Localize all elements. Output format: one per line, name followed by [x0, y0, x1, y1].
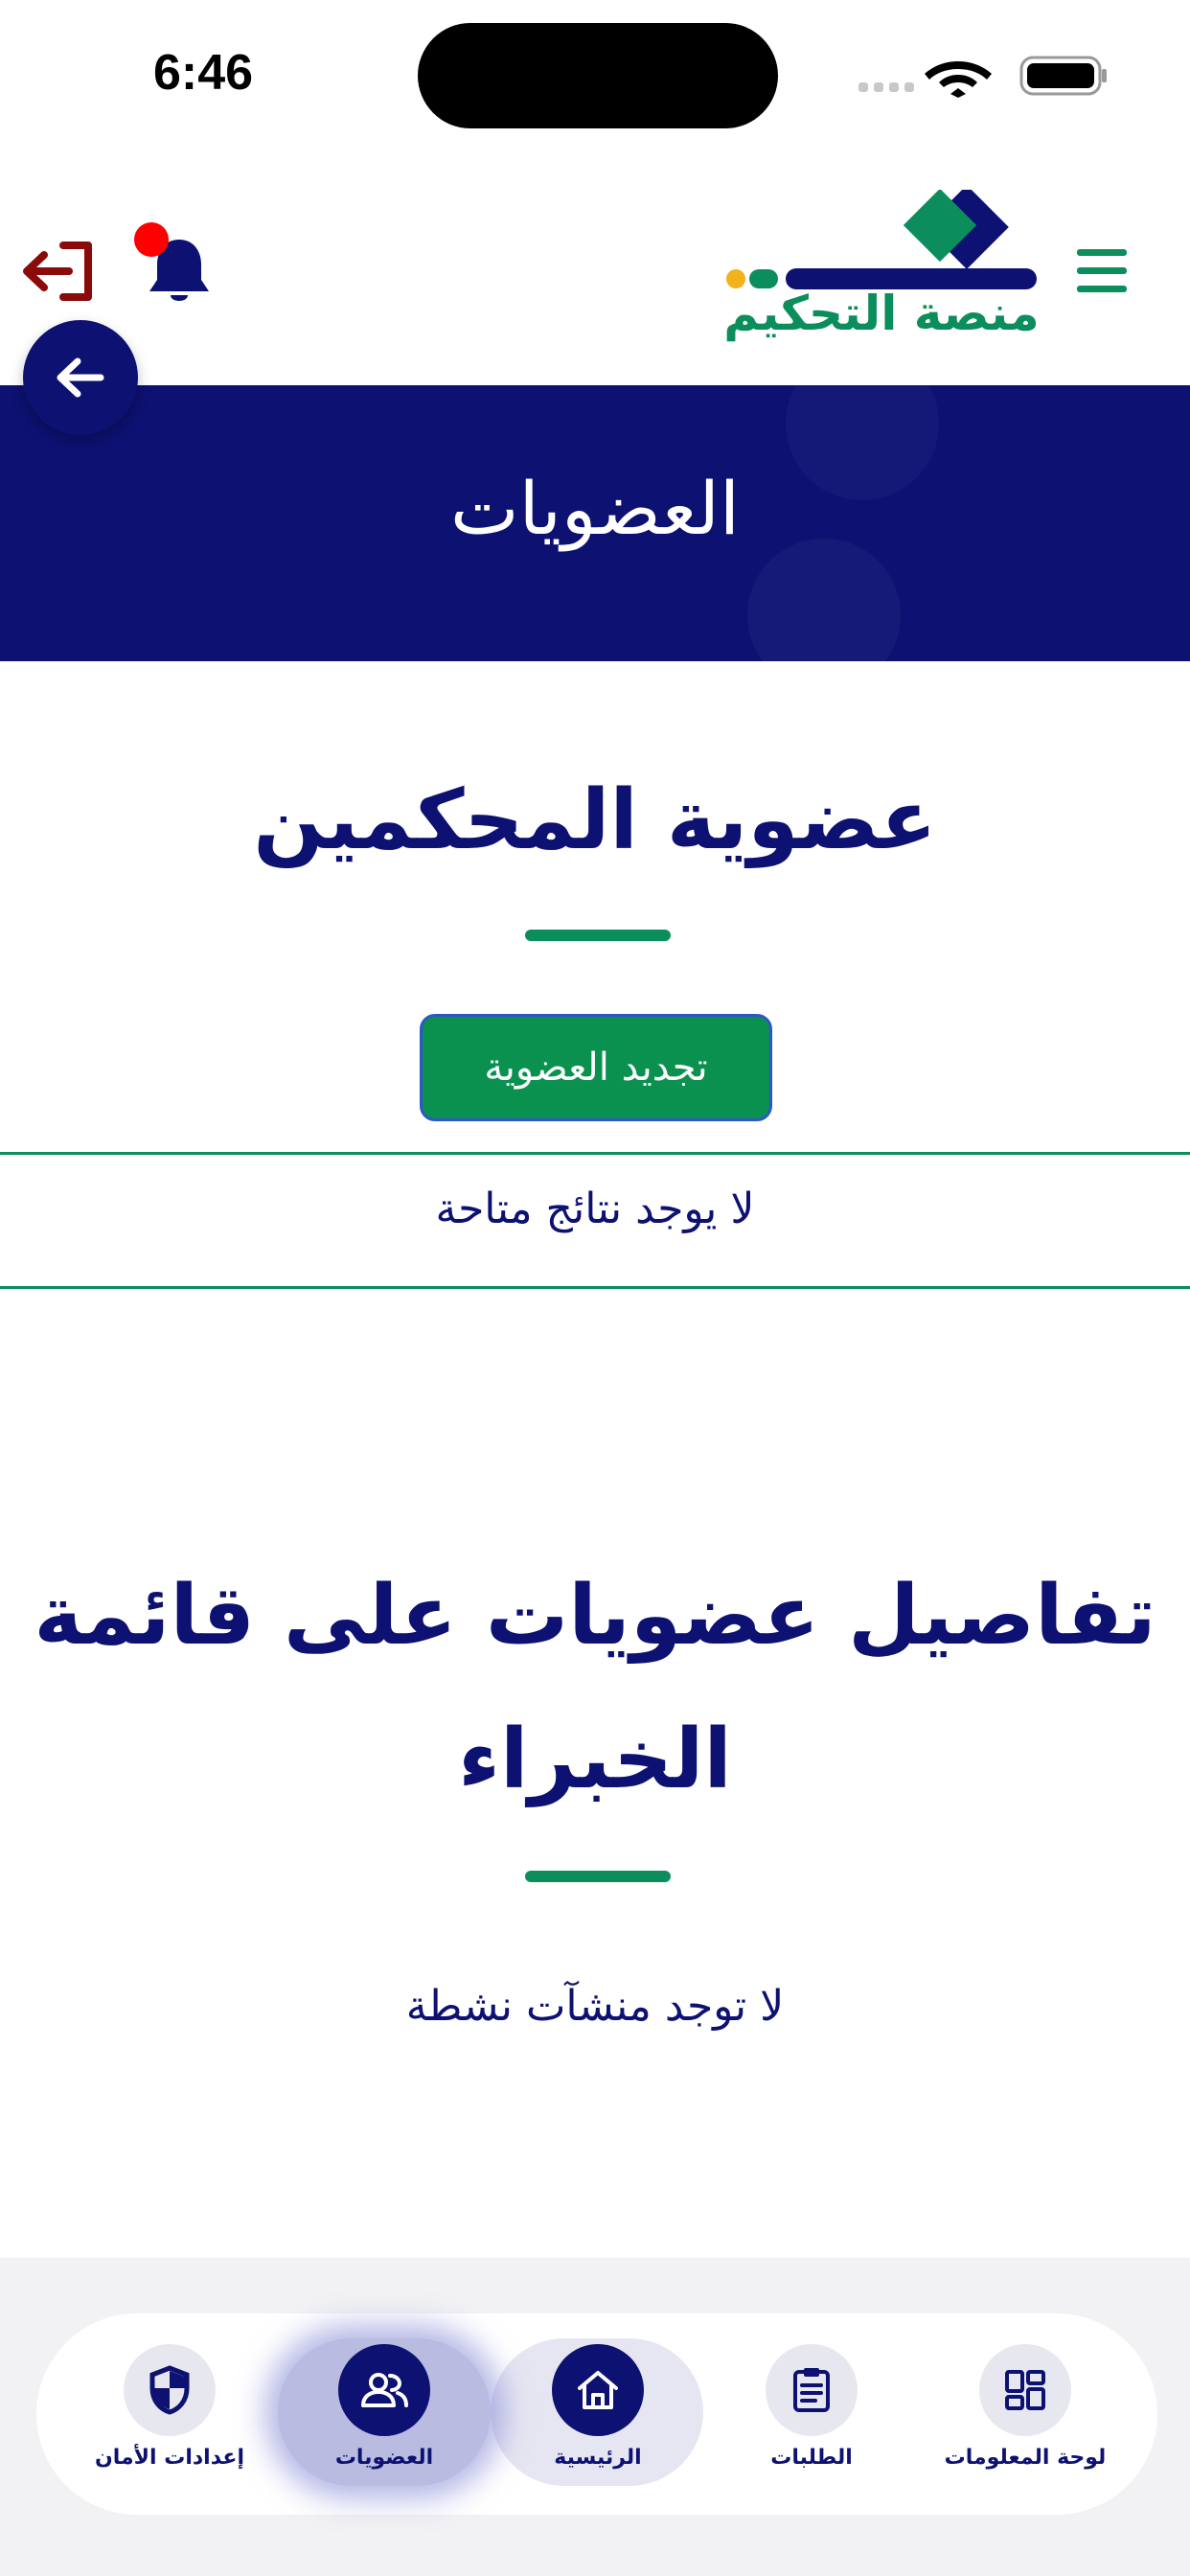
arbitrators-empty-message: لا يوجد نتائج متاحة: [435, 1184, 755, 1233]
battery-icon: [1019, 56, 1107, 96]
nav-label: العضويات: [334, 2446, 434, 2470]
menu-icon[interactable]: [1075, 247, 1129, 295]
wifi-icon: [925, 61, 992, 98]
nav-item-memberships[interactable]: العضويات: [288, 2336, 480, 2490]
nav-label: إعدادات الأمان: [95, 2446, 244, 2470]
users-icon: [361, 2373, 408, 2407]
status-time: 6:46: [153, 45, 254, 101]
logout-icon[interactable]: [19, 240, 96, 303]
nav-label: الرئيسية: [554, 2446, 642, 2470]
shield-icon: [149, 2365, 190, 2415]
divider: [0, 1286, 1190, 1289]
experts-empty-message: لا توجد منشآت نشطة: [405, 1982, 785, 2031]
logo-mark-icon: [726, 190, 1037, 289]
notification-dot: [134, 222, 169, 257]
arrow-left-icon: [57, 357, 104, 398]
clipboard-icon: [793, 2368, 830, 2412]
nav-item-dashboard[interactable]: لوحة المعلومات: [929, 2336, 1121, 2490]
dynamic-island: [418, 23, 778, 128]
experts-section-title-line2: الخبراء: [458, 1712, 732, 1807]
nav-label: لوحة المعلومات: [944, 2446, 1107, 2470]
nav-item-requests[interactable]: الطلبات: [716, 2336, 907, 2490]
logo-text: منصة التحكيم: [723, 286, 1040, 341]
page-title: العضويات: [450, 466, 740, 551]
status-icons: [858, 56, 1107, 98]
back-button[interactable]: [23, 320, 138, 435]
dashboard-icon: [1005, 2370, 1045, 2410]
nav-item-home[interactable]: الرئيسية: [502, 2336, 694, 2490]
signal-icon: [858, 82, 914, 92]
experts-section-title-line1: تفاصيل عضويات على قائمة: [34, 1568, 1156, 1664]
home-icon: [578, 2371, 618, 2409]
page-banner: العضويات: [0, 385, 1190, 661]
divider: [0, 1152, 1190, 1155]
nav-item-security-settings[interactable]: إعدادات الأمان: [74, 2336, 265, 2490]
arbitrators-section-title: عضوية المحكمين: [253, 772, 937, 868]
section-underline: [525, 1871, 671, 1882]
renew-membership-button[interactable]: تجديد العضوية: [420, 1014, 772, 1121]
nav-label: الطلبات: [770, 2446, 853, 2470]
section-underline: [525, 930, 671, 941]
logo: منصة التحكيم: [719, 190, 1044, 353]
